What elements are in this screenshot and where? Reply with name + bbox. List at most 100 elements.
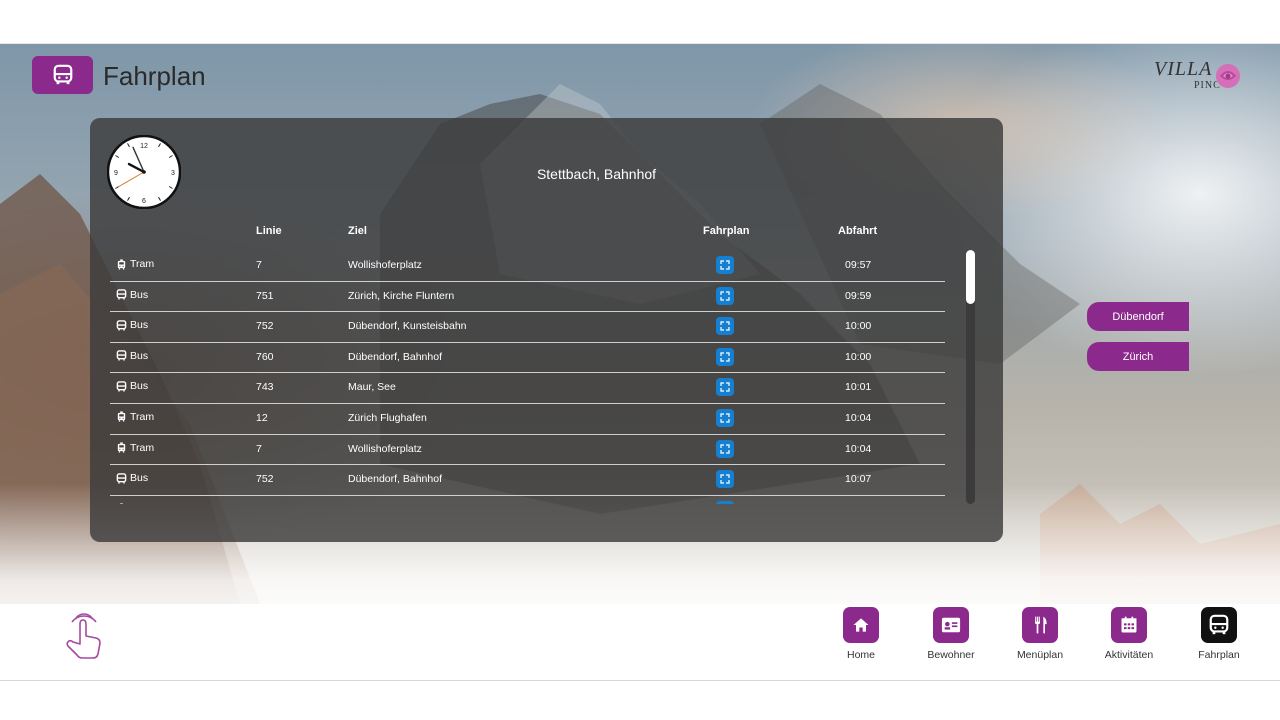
line-number: 7 <box>256 259 262 271</box>
vehicle-type-label: Tram <box>130 410 155 423</box>
timetable-button[interactable] <box>716 317 734 336</box>
bus-icon <box>53 64 72 85</box>
nav-label: Bewohner <box>927 649 975 661</box>
vehicle-type-label: Tram <box>130 503 154 504</box>
vehicle-type: Tram <box>116 503 154 504</box>
vehicle-type: Bus <box>116 289 148 301</box>
destination: Dübendorf, Bahnhof <box>348 473 442 486</box>
tram-icon <box>116 411 127 423</box>
expand-icon <box>720 413 730 423</box>
expand-icon <box>720 382 730 392</box>
quick-button-zuerich[interactable]: Zürich <box>1087 342 1189 371</box>
scrollbar-thumb[interactable] <box>966 250 975 304</box>
timetable-button[interactable] <box>716 439 734 458</box>
logo-word: VILLA <box>1154 58 1213 80</box>
tram-icon <box>116 503 127 504</box>
table-row: Bus 743 Maur, See 10:01 <box>110 373 945 404</box>
expand-icon <box>720 321 730 331</box>
destination: Wollishoferplatz <box>348 442 422 455</box>
table-row: Bus 760 Dübendorf, Bahnhof 10:00 <box>110 343 945 374</box>
departure-time: 09:57 <box>845 259 872 271</box>
departures-list[interactable]: Tram 7 Wollishoferplatz 09:57 Bus 751 Zürich, … <box>110 251 947 504</box>
column-abfahrt: Abfahrt <box>838 225 878 237</box>
departure-time: 10:01 <box>845 381 872 394</box>
departure-time: 10:04 <box>845 411 872 424</box>
vehicle-type-label: Tram <box>130 258 155 270</box>
timetable-button[interactable] <box>716 378 734 397</box>
vehicle-type: Tram <box>116 411 154 423</box>
timetable-button[interactable] <box>716 286 734 305</box>
vehicle-type-label: Bus <box>130 472 149 485</box>
nav-label: Fahrplan <box>1198 649 1240 661</box>
timetable-panel: 12 3 6 9 Stettbach, Bahnhof Linie Ziel F… <box>90 118 1003 542</box>
departure-time: 10:04 <box>845 442 872 455</box>
table-row: Tram7Wollishoferplatz10:12 <box>110 496 945 504</box>
expand-icon <box>720 443 730 454</box>
vehicle-type-label: Bus <box>130 288 149 301</box>
timetable-button[interactable] <box>716 500 734 504</box>
line-number: 743 <box>256 381 274 394</box>
departure-time: 10:00 <box>845 350 872 363</box>
nav-item-aktivitten[interactable]: Aktivitäten <box>1089 607 1169 661</box>
nav-item-bewohner[interactable]: Bewohner <box>911 607 991 661</box>
id-card-icon <box>933 607 969 643</box>
cutlery-icon <box>1022 607 1058 643</box>
table-row: Tram 7 Wollishoferplatz 09:57 <box>110 251 945 282</box>
destination: Wollishoferplatz <box>348 259 422 271</box>
timetable-button[interactable] <box>716 256 734 274</box>
bus-icon <box>116 350 127 361</box>
line-number: 752 <box>256 473 274 486</box>
nav-label: Menüplan <box>1016 649 1064 661</box>
nav-item-home[interactable]: Home <box>821 607 901 661</box>
quick-button-duebendorf[interactable]: Dübendorf <box>1087 302 1189 331</box>
bus-icon <box>116 472 127 484</box>
table-row: Bus 752 Dübendorf, Bahnhof 10:07 <box>110 465 945 496</box>
departure-time: 10:00 <box>845 320 872 333</box>
touch-hand-icon <box>66 613 101 659</box>
clock-numeral-6: 6 <box>142 198 146 205</box>
clock-numeral-12: 12 <box>140 143 148 150</box>
vehicle-type: Bus <box>116 472 148 484</box>
nav-item-menplan[interactable]: Menüplan <box>1000 607 1080 661</box>
tram-icon <box>116 442 127 453</box>
departure-time: 09:59 <box>845 289 872 302</box>
page-icon <box>32 56 93 94</box>
line-number: 751 <box>256 289 274 302</box>
expand-icon <box>720 290 730 301</box>
column-fahrplan: Fahrplan <box>703 225 750 237</box>
destination: Maur, See <box>348 381 396 394</box>
table-row: Bus 751 Zürich, Kirche Fluntern 09:59 <box>110 282 945 313</box>
nav-label: Home <box>846 649 875 661</box>
column-linie: Linie <box>256 225 282 237</box>
table-row: Bus 752 Dübendorf, Kunsteisbahn 10:00 <box>110 312 945 343</box>
expand-icon <box>720 352 730 362</box>
nav-label: Aktivitäten <box>1104 649 1154 661</box>
vehicle-type: Bus <box>116 319 148 331</box>
nav-item-fahrplan[interactable]: Fahrplan <box>1179 607 1259 661</box>
villa-pinc-logo: VILLA PINC <box>1154 58 1246 94</box>
vehicle-type-label: Bus <box>130 380 149 393</box>
table-row: Tram 12 Zürich Flughafen 10:04 <box>110 404 945 435</box>
destination: Zürich Flughafen <box>348 411 427 424</box>
timetable-button[interactable] <box>716 408 734 427</box>
line-number: 752 <box>256 320 274 333</box>
departure-time: 10:07 <box>845 473 872 486</box>
timetable-button[interactable] <box>716 470 734 489</box>
vehicle-type: Tram <box>116 442 154 454</box>
line-number: 7 <box>256 442 262 455</box>
line-number: 12 <box>256 411 268 424</box>
destination: Dübendorf, Kunsteisbahn <box>348 320 467 333</box>
column-ziel: Ziel <box>348 225 367 237</box>
scrollbar[interactable] <box>966 250 975 504</box>
vehicle-type-label: Bus <box>130 319 149 332</box>
tram-icon <box>116 258 127 270</box>
bus-icon <box>116 381 127 392</box>
table-row: Tram 7 Wollishoferplatz 10:04 <box>110 435 945 466</box>
bus-icon <box>116 319 127 331</box>
calendar-icon <box>1111 607 1147 643</box>
vehicle-type: Tram <box>116 258 154 270</box>
expand-icon <box>720 260 730 270</box>
timetable-button[interactable] <box>716 347 734 366</box>
home-icon <box>843 607 879 643</box>
destination: Zürich, Kirche Fluntern <box>348 289 455 302</box>
